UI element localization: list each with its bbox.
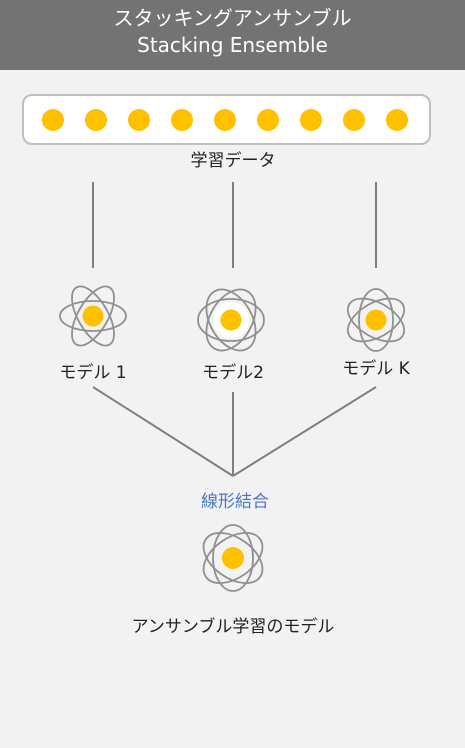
data-point	[300, 109, 322, 131]
connector-line-model-1-to-combine	[92, 386, 234, 477]
title-english: Stacking Ensemble	[137, 33, 328, 57]
data-point	[214, 109, 236, 131]
atom-icon	[346, 288, 406, 352]
model-1-label: モデル 1	[59, 363, 127, 383]
model-k-label: モデル K	[342, 359, 410, 379]
model-2-label: モデル2	[202, 363, 264, 383]
data-point	[257, 109, 279, 131]
connector-line-model-k-to-combine	[232, 386, 377, 477]
data-point	[128, 109, 150, 131]
data-point	[85, 109, 107, 131]
data-point	[42, 109, 64, 131]
data-point	[386, 109, 408, 131]
atom-icon	[197, 288, 265, 352]
atom-icon	[202, 524, 264, 592]
data-point	[343, 109, 365, 131]
training-data-points	[42, 109, 408, 131]
stacking-diagram-page: スタッキングアンサンブル Stacking Ensemble 学習データ モデル…	[0, 0, 465, 748]
atom-icon	[59, 285, 127, 347]
ensemble-model-label: アンサンブル学習のモデル	[131, 617, 335, 637]
header-banner: スタッキングアンサンブル Stacking Ensemble	[0, 0, 465, 70]
training-data-label: 学習データ	[190, 151, 276, 171]
linear-combination-label: 線形結合	[201, 492, 269, 512]
data-point	[171, 109, 193, 131]
title-japanese: スタッキングアンサンブル	[113, 6, 352, 30]
